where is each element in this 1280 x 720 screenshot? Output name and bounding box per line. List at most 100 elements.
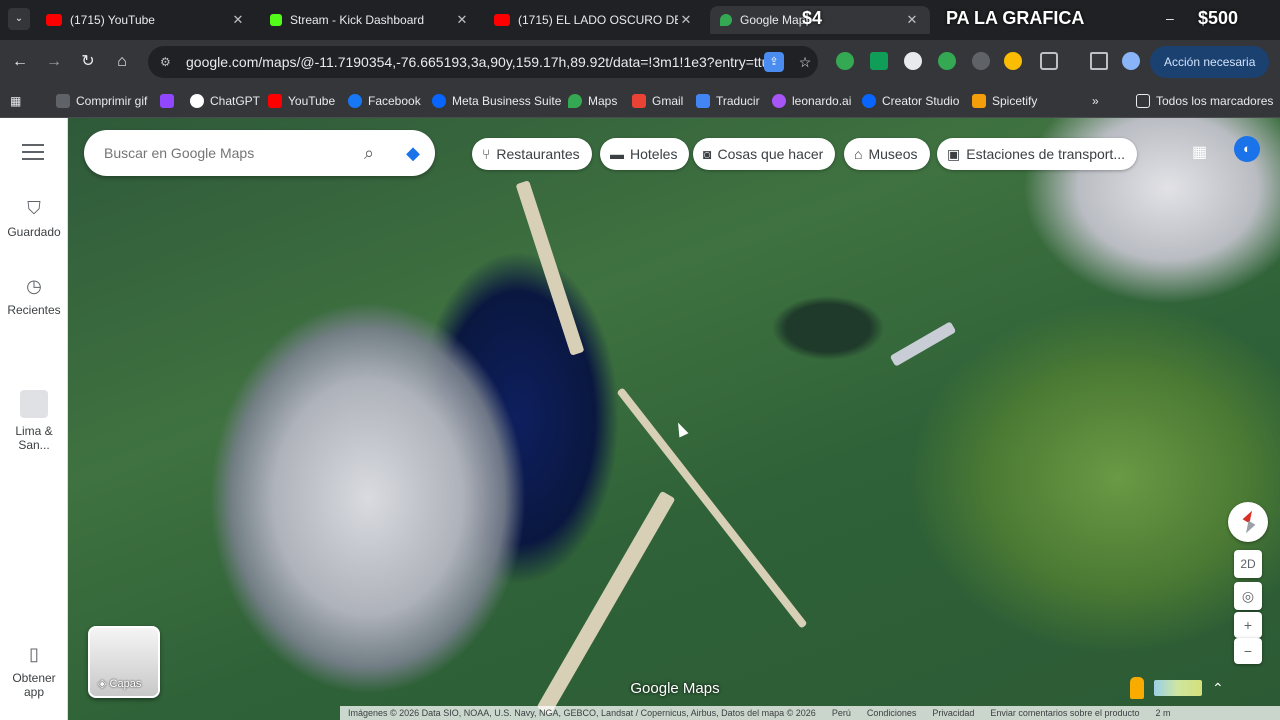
extension-kick-icon[interactable]: [904, 52, 922, 70]
bookmark-gmail[interactable]: Gmail: [632, 91, 683, 111]
layers-label: ◈ Capas: [98, 678, 142, 690]
tab-strip: ⌄ (1715) YouTube ✕ Stream - Kick Dashboa…: [0, 0, 1280, 40]
tab-youtube[interactable]: (1715) YouTube ✕: [36, 6, 256, 34]
home-icon[interactable]: ⌂: [110, 50, 134, 74]
bottom-right-controls: ⌃: [1130, 674, 1270, 702]
profile-avatar-icon[interactable]: [1122, 52, 1140, 70]
road: [616, 387, 808, 629]
folder-icon: [1136, 94, 1150, 108]
recent-place-lima[interactable]: Lima & San...: [0, 390, 68, 452]
bookmark-meta-business[interactable]: Meta Business Suite: [432, 91, 561, 111]
youtube-icon: [494, 14, 510, 26]
compass-icon[interactable]: [1228, 502, 1268, 542]
maps-icon: [720, 14, 732, 26]
maps-viewport: ⛉ Guardado ◷ Recientes Lima & San... ▯ O…: [0, 118, 1280, 720]
tab-title: Stream - Kick Dashboard: [290, 13, 425, 27]
close-icon[interactable]: ✕: [454, 12, 470, 28]
pegman-icon[interactable]: [1130, 677, 1144, 699]
extension-plus-icon[interactable]: [836, 52, 854, 70]
action-required-button[interactable]: Acción necesaria: [1150, 46, 1270, 78]
phone-icon: ▯: [29, 644, 39, 664]
tab-youtube-video[interactable]: (1715) EL LADO OSCURO DE LO ✕: [484, 6, 704, 34]
bookmark-leonardo[interactable]: leonardo.ai: [772, 91, 851, 111]
bookmark-maps[interactable]: Maps: [568, 91, 617, 111]
fork-knife-icon: ⑂: [482, 146, 491, 162]
tab-search-button[interactable]: ⌄: [8, 8, 30, 30]
zoom-in-button[interactable]: +: [1234, 612, 1262, 638]
chip-hoteles[interactable]: ▬ Hoteles: [600, 138, 690, 170]
bookmark-traducir[interactable]: Traducir: [696, 91, 760, 111]
privacy-link[interactable]: Privacidad: [932, 708, 974, 718]
bookmark-twitch[interactable]: [160, 91, 180, 111]
scale-bar[interactable]: 2 m: [1155, 708, 1170, 718]
youtube-icon: [268, 94, 282, 108]
extension-dark-icon[interactable]: [972, 52, 990, 70]
star-icon[interactable]: ☆: [792, 54, 818, 71]
expand-chevron-icon[interactable]: ⌃: [1212, 680, 1224, 697]
translate-icon: [696, 94, 710, 108]
site-settings-icon[interactable]: ⚙: [160, 55, 176, 69]
chip-cosas-que-hacer[interactable]: ◙ Cosas que hacer: [693, 138, 836, 170]
terms-link[interactable]: Condiciones: [867, 708, 917, 718]
attribution-text: Imágenes © 2026 Data SIO, NOAA, U.S. Nav…: [348, 708, 816, 718]
country-link[interactable]: Perú: [832, 708, 851, 718]
menu-icon[interactable]: [22, 144, 44, 165]
recent-button[interactable]: ◷ Recientes: [0, 276, 68, 317]
bookmark-comprimir-gif[interactable]: Comprimir gif: [56, 91, 147, 111]
close-icon[interactable]: ✕: [678, 12, 694, 28]
chip-restaurantes[interactable]: ⑂ Restaurantes: [472, 138, 592, 170]
layers-button[interactable]: ◈ Capas: [88, 626, 160, 698]
dam: [889, 321, 957, 367]
extension-chrome-icon[interactable]: [1004, 52, 1022, 70]
bookmark-youtube[interactable]: YouTube: [268, 91, 335, 111]
feedback-link[interactable]: Enviar comentarios sobre el producto: [990, 708, 1139, 718]
extension-download-icon[interactable]: [870, 52, 888, 70]
2d-toggle-button[interactable]: 2D: [1234, 550, 1262, 578]
google-apps-icon[interactable]: ▦: [1192, 142, 1207, 162]
maps-sidebar: ⛉ Guardado ◷ Recientes Lima & San... ▯ O…: [0, 118, 68, 720]
bookmark-facebook[interactable]: Facebook: [348, 91, 421, 111]
bookmark-spicetify[interactable]: Spicetify: [972, 91, 1037, 111]
chip-estaciones[interactable]: ▣ Estaciones de transport...: [937, 138, 1137, 170]
gmail-icon: [632, 94, 646, 108]
place-thumbnail: [20, 390, 48, 418]
extension-badge-icon[interactable]: [938, 52, 956, 70]
imagery-thumbnails[interactable]: [1154, 680, 1202, 696]
more-bookmarks-chevron-icon[interactable]: »: [1092, 91, 1099, 111]
zoom-out-button[interactable]: −: [1234, 638, 1262, 664]
tab-title: (1715) YouTube: [70, 13, 155, 27]
directions-icon[interactable]: ◆: [391, 143, 435, 164]
gif-icon: [56, 94, 70, 108]
satellite-3d-map[interactable]: [68, 118, 1280, 720]
history-icon: ◷: [26, 276, 42, 296]
apps-grid-icon[interactable]: ▦: [10, 91, 21, 111]
forward-arrow-icon[interactable]: →: [42, 50, 66, 74]
all-bookmarks-folder[interactable]: Todos los marcadores: [1136, 91, 1273, 111]
get-app-button[interactable]: ▯ Obtener app: [0, 644, 68, 699]
search-input[interactable]: [104, 145, 347, 161]
map-footer: Imágenes © 2026 Data SIO, NOAA, U.S. Nav…: [340, 706, 1280, 720]
media-control-icon[interactable]: [1090, 52, 1108, 70]
chip-museos[interactable]: ⌂ Museos: [844, 138, 930, 170]
reload-icon[interactable]: ↻: [76, 50, 100, 74]
url-input[interactable]: [186, 54, 764, 70]
account-avatar[interactable]: ◐: [1234, 136, 1260, 162]
install-app-icon[interactable]: ⇪: [764, 52, 784, 72]
meta-icon: [862, 94, 876, 108]
bookmark-creator-studio[interactable]: Creator Studio: [862, 91, 959, 111]
train-icon: ▣: [947, 145, 961, 162]
search-icon[interactable]: ⌕: [347, 143, 391, 164]
maps-search-box[interactable]: ⌕ ◆: [84, 130, 435, 176]
close-icon[interactable]: ✕: [904, 12, 920, 28]
minimize-icon[interactable]: –: [1166, 10, 1174, 26]
extensions-puzzle-icon[interactable]: [1040, 52, 1058, 70]
youtube-icon: [46, 14, 62, 26]
saved-button[interactable]: ⛉ Guardado: [0, 198, 68, 239]
road: [515, 180, 585, 356]
bookmark-chatgpt[interactable]: ChatGPT: [190, 91, 260, 111]
my-location-icon[interactable]: ◎: [1234, 582, 1262, 610]
back-arrow-icon[interactable]: ←: [8, 50, 32, 74]
address-bar[interactable]: ⚙ ⇪ ☆: [148, 46, 818, 78]
close-icon[interactable]: ✕: [230, 12, 246, 28]
tab-kick[interactable]: Stream - Kick Dashboard ✕: [260, 6, 480, 34]
